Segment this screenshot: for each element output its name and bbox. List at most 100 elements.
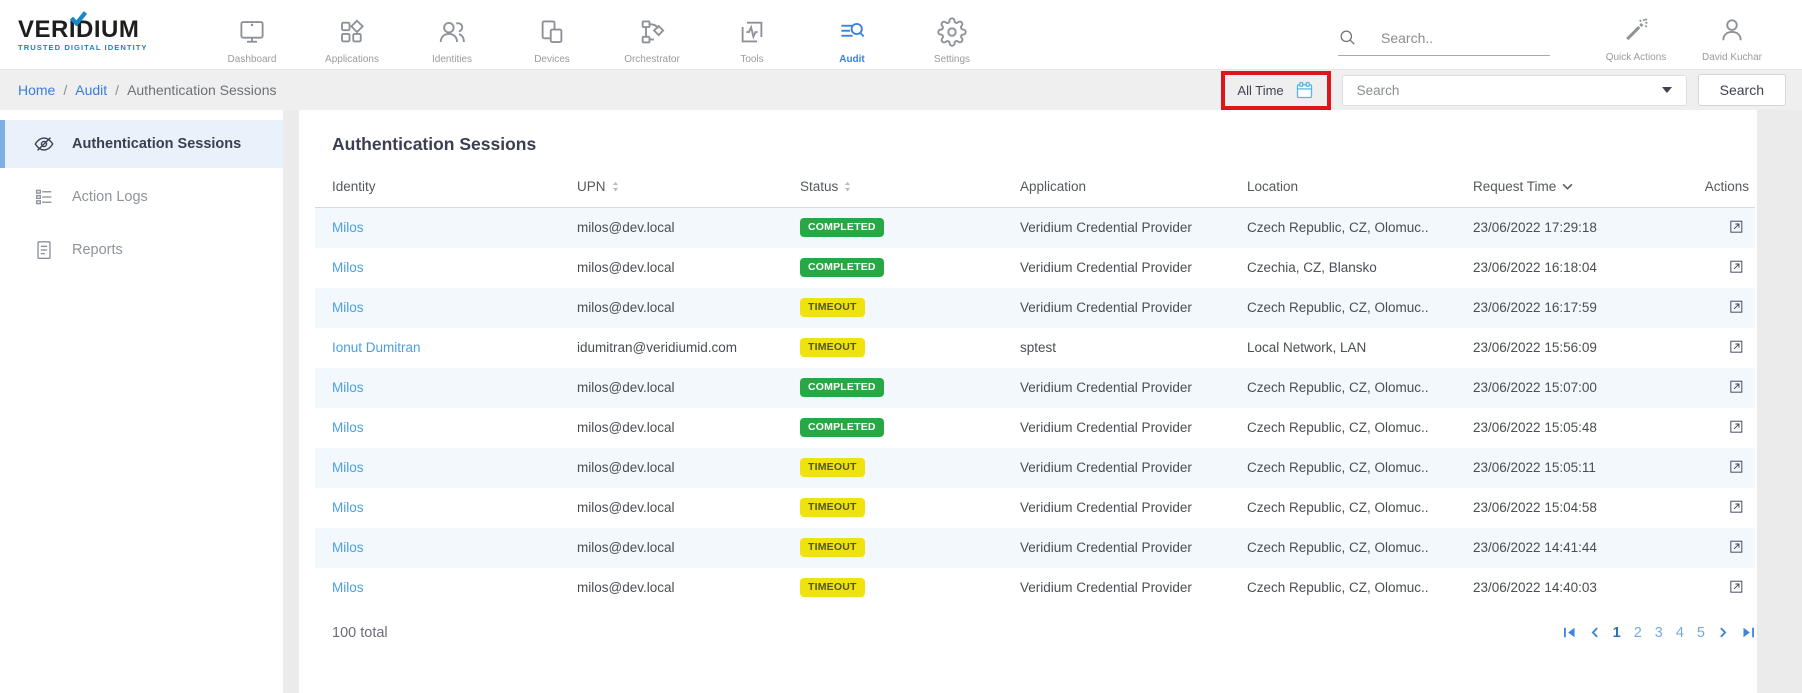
identity-link[interactable]: Milos	[332, 220, 364, 235]
column-header-status[interactable]: Status	[783, 167, 1003, 208]
nav-label: Settings	[934, 54, 970, 65]
identity-link[interactable]: Milos	[332, 460, 364, 475]
open-session-icon[interactable]	[1728, 458, 1745, 478]
sidebar-item-label: Action Logs	[72, 189, 148, 205]
upn-cell: milos@dev.local	[560, 528, 783, 568]
chevron-down-icon	[1662, 87, 1672, 93]
identity-link[interactable]: Milos	[332, 580, 364, 595]
open-session-icon[interactable]	[1728, 578, 1745, 598]
open-session-icon[interactable]	[1728, 538, 1745, 558]
nav-item-settings[interactable]: Settings	[902, 5, 1002, 65]
upn-cell: milos@dev.local	[560, 288, 783, 328]
search-submit-button[interactable]: Search	[1698, 74, 1786, 106]
identity-link[interactable]: Milos	[332, 260, 364, 275]
breadcrumb-audit-link[interactable]: Audit	[75, 82, 107, 98]
quick-actions-label: Quick Actions	[1606, 52, 1667, 63]
table-row: Milos milos@dev.local COMPLETED Veridium…	[315, 408, 1755, 448]
identity-link[interactable]: Milos	[332, 540, 364, 555]
location-cell: Czech Republic, CZ, Olomuc..	[1230, 208, 1456, 248]
user-menu[interactable]: David Kuchar	[1684, 6, 1780, 63]
pagination-page-1[interactable]: 1	[1613, 625, 1621, 641]
total-count: 100 total	[332, 625, 388, 641]
location-cell: Czechia, CZ, Blansko	[1230, 248, 1456, 288]
status-badge: COMPLETED	[800, 218, 884, 237]
eye-off-icon	[33, 133, 55, 155]
nav-item-dashboard[interactable]: Dashboard	[202, 5, 302, 65]
open-session-icon[interactable]	[1728, 418, 1745, 438]
breadcrumb-home-link[interactable]: Home	[18, 82, 55, 98]
nav-label: Audit	[839, 54, 865, 65]
nav-item-applications[interactable]: Applications	[302, 5, 402, 65]
identity-link[interactable]: Milos	[332, 380, 364, 395]
request-time-cell: 23/06/2022 14:40:03	[1456, 568, 1673, 608]
location-cell: Czech Republic, CZ, Olomuc..	[1230, 568, 1456, 608]
location-cell: Czech Republic, CZ, Olomuc..	[1230, 448, 1456, 488]
last-page-icon[interactable]	[1742, 627, 1755, 638]
sidebar-item-authentication-sessions[interactable]: Authentication Sessions	[0, 120, 283, 168]
pagination-page-5[interactable]: 5	[1697, 625, 1705, 641]
veridium-logo[interactable]: VERIDIUM TRUSTED DIGITAL IDENTITY	[18, 18, 176, 52]
nav-item-orchestrator[interactable]: Orchestrator	[602, 5, 702, 65]
column-header-request-time[interactable]: Request Time	[1456, 167, 1673, 208]
table-row: Milos milos@dev.local TIMEOUT Veridium C…	[315, 448, 1755, 488]
first-page-icon[interactable]	[1563, 627, 1576, 638]
application-cell: Veridium Credential Provider	[1003, 368, 1230, 408]
pagination-page-3[interactable]: 3	[1655, 625, 1663, 641]
sidebar-item-action-logs[interactable]: Action Logs	[0, 173, 283, 221]
table-row: Ionut Dumitran idumitran@veridiumid.com …	[315, 328, 1755, 368]
request-time-cell: 23/06/2022 15:05:11	[1456, 448, 1673, 488]
orchestrator-icon	[637, 17, 667, 47]
identity-link[interactable]: Milos	[332, 300, 364, 315]
sessions-table-body: Milos milos@dev.local COMPLETED Veridium…	[315, 208, 1755, 608]
pagination-page-4[interactable]: 4	[1676, 625, 1684, 641]
global-search[interactable]	[1338, 28, 1550, 56]
open-session-icon[interactable]	[1728, 378, 1745, 398]
open-session-icon[interactable]	[1728, 218, 1745, 238]
request-time-cell: 23/06/2022 15:07:00	[1456, 368, 1673, 408]
request-time-cell: 23/06/2022 17:29:18	[1456, 208, 1673, 248]
tools-icon	[737, 17, 767, 47]
logo-checkmark-icon	[70, 11, 87, 26]
action-logs-icon	[33, 186, 55, 208]
application-cell: Veridium Credential Provider	[1003, 408, 1230, 448]
sidebar-item-reports[interactable]: Reports	[0, 226, 283, 274]
identity-link[interactable]: Milos	[332, 500, 364, 515]
sessions-table: Identity UPN Status Application Location…	[315, 167, 1755, 608]
search-filter-dropdown[interactable]: Search	[1342, 75, 1687, 106]
nav-label: Dashboard	[228, 54, 277, 65]
time-filter-button[interactable]: All Time	[1225, 75, 1326, 106]
previous-page-icon[interactable]	[1591, 627, 1598, 638]
nav-item-audit[interactable]: Audit	[802, 5, 902, 65]
column-header-upn[interactable]: UPN	[560, 167, 783, 208]
identity-link[interactable]: Ionut Dumitran	[332, 340, 421, 355]
nav-item-tools[interactable]: Tools	[702, 5, 802, 65]
global-search-input[interactable]	[1381, 30, 1531, 46]
application-cell: sptest	[1003, 328, 1230, 368]
table-row: Milos milos@dev.local COMPLETED Veridium…	[315, 368, 1755, 408]
open-session-icon[interactable]	[1728, 258, 1745, 278]
quick-actions-button[interactable]: Quick Actions	[1588, 6, 1684, 63]
upn-cell: idumitran@veridiumid.com	[560, 328, 783, 368]
devices-icon	[537, 17, 567, 47]
nav-label: Tools	[740, 54, 763, 65]
table-row: Milos milos@dev.local COMPLETED Veridium…	[315, 248, 1755, 288]
pagination-page-2[interactable]: 2	[1634, 625, 1642, 641]
request-time-cell: 23/06/2022 16:17:59	[1456, 288, 1673, 328]
pagination: 12345	[1563, 625, 1755, 641]
identity-link[interactable]: Milos	[332, 420, 364, 435]
nav-item-identities[interactable]: Identities	[402, 5, 502, 65]
annotation-highlight-box: All Time	[1221, 71, 1330, 110]
open-session-icon[interactable]	[1728, 298, 1745, 318]
nav-item-devices[interactable]: Devices	[502, 5, 602, 65]
breadcrumb-current: Authentication Sessions	[127, 82, 276, 98]
application-cell: Veridium Credential Provider	[1003, 248, 1230, 288]
applications-icon	[337, 17, 367, 47]
status-badge: COMPLETED	[800, 418, 884, 437]
brand-name: VERIDIUM	[18, 18, 176, 42]
nav-label: Identities	[432, 54, 472, 65]
identities-icon	[437, 17, 467, 47]
next-page-icon[interactable]	[1720, 627, 1727, 638]
location-cell: Czech Republic, CZ, Olomuc..	[1230, 408, 1456, 448]
open-session-icon[interactable]	[1728, 498, 1745, 518]
open-session-icon[interactable]	[1728, 338, 1745, 358]
